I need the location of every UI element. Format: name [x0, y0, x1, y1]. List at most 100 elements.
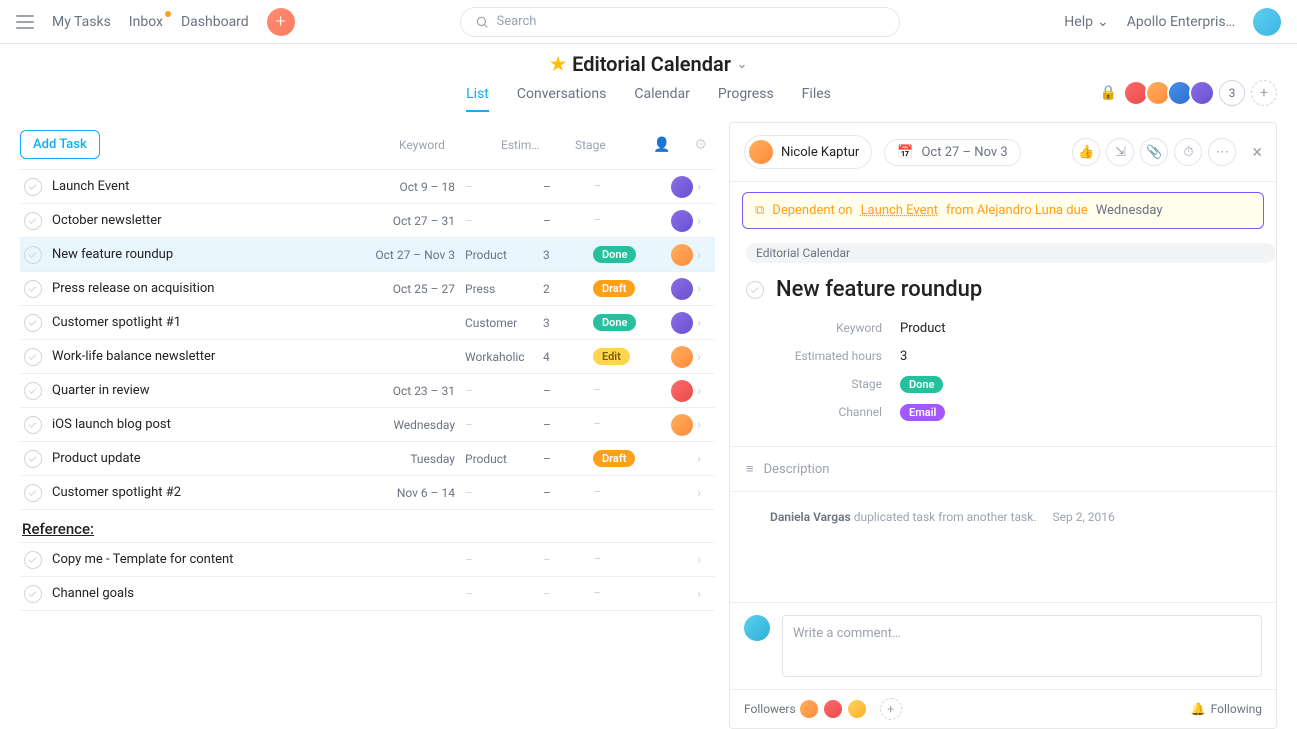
- task-title[interactable]: New feature roundup: [776, 277, 982, 302]
- complete-checkbox[interactable]: [24, 416, 42, 434]
- lock-icon[interactable]: 🔒: [1100, 85, 1117, 101]
- following-toggle[interactable]: 🔔 Following: [1191, 702, 1262, 716]
- person-icon[interactable]: 👤: [653, 137, 670, 153]
- help-menu[interactable]: Help⌄: [1064, 14, 1108, 30]
- assignee-avatar[interactable]: [671, 244, 693, 266]
- field-keyword[interactable]: Keyword Product: [730, 314, 1260, 342]
- complete-checkbox[interactable]: [24, 212, 42, 230]
- subtask-button[interactable]: ⇲: [1106, 138, 1134, 166]
- complete-checkbox[interactable]: [24, 551, 42, 569]
- search-input[interactable]: Search: [460, 7, 900, 37]
- assignee-avatar[interactable]: [671, 278, 693, 300]
- tab-progress[interactable]: Progress: [718, 86, 774, 112]
- assignee-chip[interactable]: Nicole Kaptur: [744, 135, 872, 169]
- task-row[interactable]: Channel goals – – – ›: [20, 577, 715, 611]
- attachment-button[interactable]: 📎: [1140, 138, 1168, 166]
- star-icon[interactable]: ★: [550, 54, 566, 75]
- assignee-avatar[interactable]: [671, 312, 693, 334]
- add-member-button[interactable]: +: [1251, 80, 1277, 106]
- add-follower-button[interactable]: +: [880, 698, 902, 720]
- col-estimated[interactable]: Estim…: [501, 138, 551, 152]
- follower-avatar[interactable]: [846, 698, 868, 720]
- add-task-button[interactable]: Add Task: [20, 130, 100, 159]
- col-keyword[interactable]: Keyword: [399, 138, 477, 152]
- complete-checkbox[interactable]: [746, 281, 764, 299]
- project-chip[interactable]: Editorial Calendar: [746, 243, 1276, 263]
- dependency-banner[interactable]: ⧉ Dependent on Launch Event from Alejand…: [742, 192, 1264, 229]
- task-title: Work-life balance newsletter: [52, 349, 371, 364]
- due-date-chip[interactable]: 📅 Oct 27 – Nov 3: [884, 139, 1020, 166]
- task-keyword: Product: [465, 248, 543, 262]
- tab-calendar[interactable]: Calendar: [634, 86, 690, 112]
- tab-files[interactable]: Files: [802, 86, 831, 112]
- menu-icon[interactable]: [16, 15, 34, 29]
- complete-checkbox[interactable]: [24, 450, 42, 468]
- task-row[interactable]: Launch Event Oct 9 – 18 – – – ›: [20, 170, 715, 204]
- complete-checkbox[interactable]: [24, 382, 42, 400]
- task-row[interactable]: Customer spotlight #1 Customer 3 Done ›: [20, 306, 715, 340]
- field-stage[interactable]: Stage Done: [730, 370, 1260, 398]
- dep-task-link[interactable]: Launch Event: [861, 203, 938, 218]
- task-row[interactable]: New feature roundup Oct 27 – Nov 3 Produ…: [20, 238, 715, 272]
- task-date: Oct 9 – 18: [371, 180, 465, 194]
- follower-avatar[interactable]: [822, 698, 844, 720]
- task-keyword: –: [465, 384, 543, 398]
- global-add-button[interactable]: +: [267, 8, 295, 36]
- nav-dashboard[interactable]: Dashboard: [181, 14, 249, 30]
- notification-dot-icon: [165, 11, 171, 17]
- description-field[interactable]: ≡ Description: [730, 446, 1276, 492]
- task-row[interactable]: Press release on acquisition Oct 25 – 27…: [20, 272, 715, 306]
- member-overflow-count[interactable]: 3: [1219, 80, 1245, 106]
- complete-checkbox[interactable]: [24, 585, 42, 603]
- search-wrap: Search: [313, 7, 1047, 37]
- complete-checkbox[interactable]: [24, 348, 42, 366]
- assignee-avatar[interactable]: [671, 380, 693, 402]
- task-rows: Launch Event Oct 9 – 18 – – – › October …: [20, 169, 715, 510]
- section-header[interactable]: Reference:: [20, 510, 715, 542]
- stage-pill: Edit: [593, 348, 630, 365]
- assignee-avatar[interactable]: [671, 346, 693, 368]
- chevron-right-icon: ›: [697, 349, 711, 365]
- task-row[interactable]: October newsletter Oct 27 – 31 – – – ›: [20, 204, 715, 238]
- complete-checkbox[interactable]: [24, 484, 42, 502]
- field-channel[interactable]: Channel Email: [730, 398, 1260, 426]
- complete-checkbox[interactable]: [24, 178, 42, 196]
- task-row[interactable]: Product update Tuesday Product – Draft ›: [20, 442, 715, 476]
- assignee-avatar[interactable]: [671, 414, 693, 436]
- nav-my-tasks[interactable]: My Tasks: [52, 14, 111, 30]
- task-keyword: –: [465, 180, 543, 194]
- field-estimated[interactable]: Estimated hours 3: [730, 342, 1260, 370]
- tab-conversations[interactable]: Conversations: [517, 86, 606, 112]
- task-row[interactable]: Customer spotlight #2 Nov 6 – 14 – – – ›: [20, 476, 715, 510]
- complete-checkbox[interactable]: [24, 314, 42, 332]
- stage-pill: Draft: [593, 280, 635, 297]
- tab-list[interactable]: List: [466, 86, 489, 112]
- current-user-avatar[interactable]: [1253, 8, 1281, 36]
- task-stage: Done: [593, 314, 671, 331]
- workspace-switcher[interactable]: Apollo Enterpris…: [1127, 14, 1235, 30]
- gear-icon[interactable]: ⚙: [694, 137, 707, 153]
- task-row[interactable]: Quarter in review Oct 23 – 31 – – – ›: [20, 374, 715, 408]
- more-button[interactable]: ⋯: [1208, 138, 1236, 166]
- project-title-row[interactable]: ★ Editorial Calendar ⌄: [550, 52, 747, 76]
- task-stage: –: [593, 417, 671, 432]
- member-avatar[interactable]: [1189, 80, 1215, 106]
- task-title: Quarter in review: [52, 383, 371, 398]
- close-detail-button[interactable]: ×: [1252, 142, 1262, 163]
- nav-inbox[interactable]: Inbox: [129, 14, 163, 30]
- project-header: ★ Editorial Calendar ⌄ List Conversation…: [0, 44, 1297, 112]
- comment-input[interactable]: Write a comment…: [782, 615, 1262, 677]
- task-row[interactable]: Work-life balance newsletter Workaholic …: [20, 340, 715, 374]
- assignee-avatar[interactable]: [671, 210, 693, 232]
- like-button[interactable]: 👍: [1072, 138, 1100, 166]
- chevron-down-icon[interactable]: ⌄: [737, 57, 747, 71]
- assignee-avatar[interactable]: [671, 176, 693, 198]
- task-row[interactable]: iOS launch blog post Wednesday – – – ›: [20, 408, 715, 442]
- col-stage[interactable]: Stage: [575, 138, 629, 152]
- detail-actions: 👍 ⇲ 📎 ⏱ ⋯: [1072, 138, 1236, 166]
- complete-checkbox[interactable]: [24, 246, 42, 264]
- complete-checkbox[interactable]: [24, 280, 42, 298]
- task-row[interactable]: Copy me - Template for content – – – ›: [20, 543, 715, 577]
- timer-button[interactable]: ⏱: [1174, 138, 1202, 166]
- follower-avatar[interactable]: [798, 698, 820, 720]
